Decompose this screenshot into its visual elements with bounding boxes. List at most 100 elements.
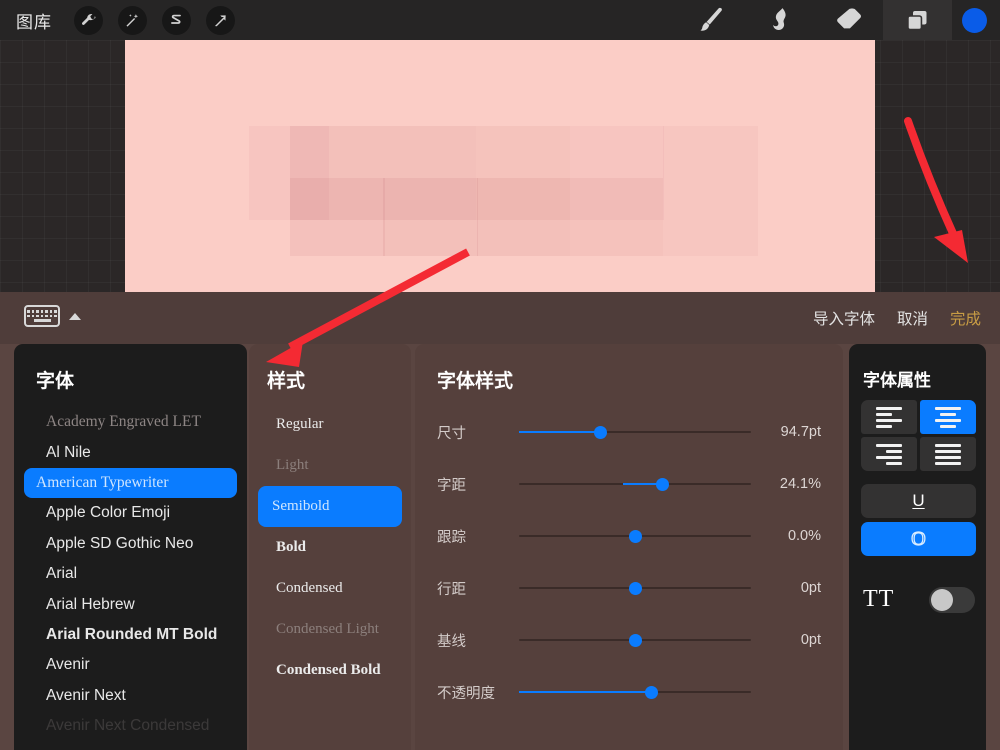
font-editor-panels: Condensed Light Condensed Bold 字体 Academ… [0,344,1000,750]
style-list-item[interactable]: Condensed Bold [258,650,402,691]
align-left-icon [876,406,902,428]
align-justify-icon [935,443,961,465]
color-swatch[interactable] [962,7,987,33]
cancel-button[interactable]: 取消 [897,307,928,329]
slider-value: 94.7pt [780,424,821,440]
slider-knob[interactable] [628,529,642,543]
slider-row: 基线 0pt [415,614,843,666]
attr-panel-title: 字体属性 [863,371,931,390]
font-list-item[interactable]: Al Nile [24,437,237,467]
slider-row: 行距 0pt [415,562,843,614]
slider-knob[interactable] [628,633,642,647]
slider-knob[interactable] [628,581,642,595]
font-style-slider-panel: 字体样式 尺寸 94.7pt 字距 24.1% 跟踪 0.0% 行距 0pt 基线 0pt 不透明度 [415,344,843,750]
align-right-icon [876,443,902,465]
align-center-button[interactable] [920,400,976,434]
slider-track[interactable] [519,529,751,543]
import-font-button[interactable]: 导入字体 [813,307,875,329]
style-panel-title: 样式 [267,371,306,392]
gallery-button[interactable]: 图库 [16,8,52,33]
right-tool-group [676,0,1000,40]
alignment-button-group [861,400,976,471]
outline-button[interactable]: O [861,522,976,556]
style-list-item[interactable]: Regular [258,404,402,445]
done-button[interactable]: 完成 [950,307,981,329]
keyboard-toggle-group[interactable] [24,305,81,327]
toggle-knob [931,588,953,611]
align-left-button[interactable] [861,400,917,434]
font-list-item[interactable]: Academy Engraved LET [24,407,237,437]
slider-track[interactable] [519,633,751,647]
slider-knob[interactable] [656,477,670,491]
slider-label: 不透明度 [437,685,495,702]
style-list-item[interactable]: Condensed Light [258,609,402,650]
style-list-panel: 样式 Regular Light Semibold Bold Condensed Cond… [249,344,411,750]
slider-value: 24.1% [779,476,821,492]
slider-label: 跟踪 [437,529,466,546]
align-justify-button[interactable] [920,437,976,471]
slider-value: 0pt [800,632,821,648]
slider-row: 字距 24.1% [415,458,843,510]
font-panel-header-bar: 导入字体 取消 完成 [0,292,1000,344]
slider-knob[interactable] [593,425,607,439]
style-list[interactable]: Regular Light Semibold Bold Condensed Condens… [249,404,411,691]
top-toolbar: 图库 [0,0,1000,40]
all-caps-toggle[interactable] [929,586,975,613]
font-list-item[interactable]: American Typewriter [24,467,237,499]
slider-track[interactable] [519,477,751,491]
font-list-item[interactable]: Avenir Next [24,681,237,711]
keyboard-icon[interactable] [24,305,60,327]
text-selection-block [290,178,385,256]
style-list-item[interactable]: Light [258,445,402,486]
panel-bar-actions: 导入字体 取消 完成 [813,292,981,344]
font-list-item[interactable]: Arial Rounded MT Bold [24,620,237,650]
wrench-icon[interactable] [74,5,103,35]
font-list-item[interactable]: Apple SD Gothic Neo [24,529,237,559]
magic-wand-icon[interactable] [118,5,147,35]
font-attributes-panel: 字体属性 U O TT [849,344,986,750]
align-center-icon [935,406,961,428]
font-list-item[interactable]: Apple Color Emoji [24,498,237,528]
font-list[interactable]: Academy Engraved LET Al Nile American Type… [14,407,247,750]
slider-row: 不透明度 [415,666,843,718]
slider-row: 尺寸 94.7pt [415,406,843,458]
transform-arrow-icon[interactable] [206,5,235,35]
layers-icon[interactable] [883,0,952,40]
slider-label: 尺寸 [437,425,466,442]
slider-track[interactable] [519,581,751,595]
canvas-area[interactable] [0,40,1000,295]
slider-row: 跟踪 0.0% [415,510,843,562]
slider-knob[interactable] [644,685,658,699]
all-caps-label: TT [863,586,895,612]
style-list-item[interactable]: Condensed [258,568,402,609]
style-list-item[interactable]: Semibold [258,486,402,527]
smudge-icon[interactable] [745,0,814,40]
outline-label: O [911,527,927,550]
slider-track[interactable] [519,685,751,699]
chevron-up-icon[interactable] [69,312,81,320]
eraser-icon[interactable] [814,0,883,40]
text-selection-block [663,126,758,256]
font-list-item[interactable]: Avenir Next Condensed [24,711,237,741]
font-list-item[interactable]: Avenir [24,650,237,680]
selection-icon[interactable] [162,5,191,35]
artboard[interactable] [125,40,875,292]
slider-label: 字距 [437,477,466,494]
slider-fill [519,691,652,693]
slider-label: 行距 [437,581,466,598]
text-decoration-group: U O [861,484,976,560]
slider-rows: 尺寸 94.7pt 字距 24.1% 跟踪 0.0% 行距 0pt 基线 0pt 不透明度 [415,406,843,718]
slider-label: 基线 [437,633,466,650]
paintbrush-icon[interactable] [676,0,745,40]
slider-track[interactable] [519,425,751,439]
align-right-button[interactable] [861,437,917,471]
font-list-item[interactable]: Arial [24,559,237,589]
style-list-item[interactable]: Bold [258,527,402,568]
underline-button[interactable]: U [861,484,976,518]
slider-value: 0pt [800,580,821,596]
slider-panel-title: 字体样式 [437,371,514,392]
slider-value: 0.0% [787,528,821,544]
font-list-item[interactable]: Arial Hebrew [24,589,237,619]
slider-fill [519,431,601,433]
all-caps-row: TT [863,586,975,613]
